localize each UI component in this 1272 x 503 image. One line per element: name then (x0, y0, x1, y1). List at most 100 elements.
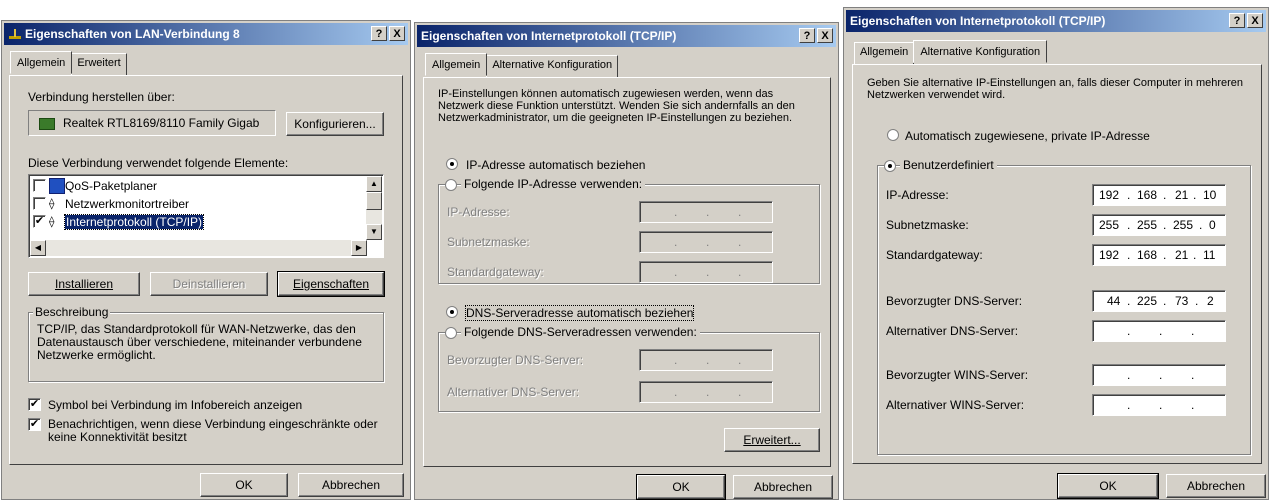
subnet-field: ... (639, 231, 773, 253)
ip-octet: 255 (1099, 218, 1120, 232)
tcpip-alternate-dialog: Eigenschaften von Internetprotokoll (TCP… (843, 7, 1269, 500)
help-button[interactable]: ? (371, 26, 387, 41)
manual-ip-radio[interactable] (445, 179, 457, 191)
ip-octet: 168 (1137, 248, 1158, 262)
ip-dot: . (1127, 368, 1131, 382)
ip-dot: . (1191, 368, 1195, 382)
items-listbox[interactable]: QoS-Paketplaner ⟠ Netzwerkmonitortreiber… (28, 174, 384, 258)
vertical-scrollbar[interactable]: ▲ ▼ (366, 176, 382, 240)
custom-radio[interactable] (884, 160, 896, 172)
ip-dot: . (1195, 294, 1199, 308)
ip-dot: . (706, 265, 710, 279)
manual-dns-label: Folgende DNS-Serveradressen verwenden: (461, 325, 700, 339)
cancel-button[interactable]: Abbrechen (733, 475, 833, 499)
lan-properties-dialog: Eigenschaften von LAN-Verbindung 8 ? X A… (1, 20, 411, 500)
network-card-icon (39, 118, 55, 130)
dialog2-title: Eigenschaften von Internetprotokoll (TCP… (421, 29, 677, 43)
qos-icon (49, 178, 65, 194)
help-button[interactable]: ? (1229, 13, 1245, 28)
ip-dot: . (1163, 218, 1167, 232)
subnet-field[interactable]: 255. 255. 255. 0 (1092, 214, 1226, 236)
uninstall-button-label: Deinstallieren (172, 277, 246, 291)
cancel-button[interactable]: Abbrechen (298, 473, 404, 497)
dialog1-titlebar[interactable]: Eigenschaften von LAN-Verbindung 8 ? X (4, 23, 408, 45)
properties-button[interactable]: Eigenschaften (277, 271, 385, 297)
intro-text: IP-Einstellungen können automatisch zuge… (438, 88, 795, 124)
qos-checkbox[interactable] (33, 179, 46, 192)
auto-ip-radio[interactable] (446, 158, 458, 170)
ip-octet: 0 (1209, 218, 1216, 232)
list-item-label: Internetprotokoll (TCP/IP) (63, 214, 205, 230)
description-legend: Beschreibung (33, 305, 111, 319)
gateway-label: Standardgateway: (886, 248, 983, 262)
configure-button-label: Konfigurieren... (294, 117, 376, 131)
auto-dns-radio[interactable] (446, 306, 458, 318)
close-button[interactable]: X (1247, 13, 1263, 28)
ip-field[interactable]: 192. 168. 21. 10 (1092, 184, 1226, 206)
scroll-thumb[interactable] (366, 192, 382, 210)
ip-dot: . (706, 353, 710, 367)
ok-button[interactable]: OK (200, 473, 288, 497)
ip-dot: . (674, 205, 678, 219)
dialog3-titlebar[interactable]: Eigenschaften von Internetprotokoll (TCP… (846, 10, 1266, 32)
help-button[interactable]: ? (799, 28, 815, 43)
scroll-down-icon[interactable]: ▼ (366, 224, 382, 240)
close-button[interactable]: X (817, 28, 833, 43)
close-button[interactable]: X (389, 26, 405, 41)
tab-alternative-konfiguration[interactable]: Alternative Konfiguration (486, 55, 619, 78)
gateway-field[interactable]: 192. 168. 21. 11 (1092, 244, 1226, 266)
ip-dot: . (674, 235, 678, 249)
description-text: TCP/IP, das Standardprotokoll für WAN-Ne… (37, 322, 362, 362)
dialog2-titlebar[interactable]: Eigenschaften von Internetprotokoll (TCP… (417, 25, 836, 47)
cancel-button[interactable]: Abbrechen (1166, 474, 1266, 498)
install-button[interactable]: Installieren (28, 272, 140, 296)
tcpip-checkbox[interactable]: ✔ (33, 215, 46, 228)
ip-dot: . (1127, 398, 1131, 412)
ip-octet: 192 (1099, 248, 1120, 262)
tab-erweitert[interactable]: Erweitert (71, 53, 127, 76)
configure-button[interactable]: Konfigurieren... (286, 112, 384, 136)
pref-dns-field[interactable]: 44. 225. 73. 2 (1092, 290, 1226, 312)
dialog3-title: Eigenschaften von Internetprotokoll (TCP… (850, 14, 1106, 28)
ip-dot: . (674, 353, 678, 367)
uninstall-button[interactable]: Deinstallieren (150, 272, 268, 296)
dialog3-tab-panel: Geben Sie alternative IP-Einstellungen a… (852, 64, 1262, 464)
scroll-up-icon[interactable]: ▲ (366, 176, 382, 192)
advanced-button[interactable]: Erweitert... (724, 428, 820, 452)
pref-wins-field[interactable]: ... (1092, 364, 1226, 386)
ip-dot: . (1163, 294, 1167, 308)
ip-octet: 73 (1175, 294, 1189, 308)
subnet-label: Subnetzmaske: (447, 235, 530, 249)
ip-octet: 192 (1099, 188, 1120, 202)
scroll-right-icon[interactable]: ▶ (351, 240, 367, 256)
alt-dns-field[interactable]: ... (1092, 320, 1226, 342)
alt-wins-field[interactable]: ... (1092, 394, 1226, 416)
pref-dns-label: Bevorzugter DNS-Server: (447, 353, 584, 367)
notify-checkbox[interactable]: ✔ (28, 418, 41, 431)
custom-group: Benutzerdefiniert IP-Adresse: 192. 168. 21… (877, 158, 1251, 455)
show-icon-checkbox[interactable]: ✔ (28, 398, 41, 411)
horizontal-scrollbar[interactable]: ◀ ▶ (30, 240, 367, 256)
tab-allgemein[interactable]: Allgemein (854, 42, 915, 65)
ip-dot: . (738, 385, 742, 399)
ip-dot: . (738, 235, 742, 249)
ip-dot: . (706, 385, 710, 399)
properties-button-label: Eigenschaften (292, 277, 370, 291)
ok-button[interactable]: OK (1057, 473, 1159, 499)
scroll-left-icon[interactable]: ◀ (30, 240, 46, 256)
tab-alternative-konfiguration[interactable]: Alternative Konfiguration (913, 40, 1048, 63)
subnet-label: Subnetzmaske: (886, 218, 969, 232)
ip-dot: . (1191, 398, 1195, 412)
ok-button[interactable]: OK (636, 474, 726, 500)
list-item-label: Netzwerkmonitortreiber (65, 197, 190, 211)
items-label: Diese Verbindung verwendet folgende Elem… (28, 156, 289, 170)
tab-allgemein[interactable]: Allgemein (10, 51, 73, 74)
auto-private-radio[interactable] (887, 129, 899, 141)
ip-dot: . (674, 385, 678, 399)
manual-dns-radio[interactable] (445, 327, 457, 339)
netmon-checkbox[interactable] (33, 197, 46, 210)
ip-octet: 168 (1137, 188, 1158, 202)
ip-dot: . (1159, 398, 1163, 412)
tab-allgemein[interactable]: Allgemein (425, 53, 488, 76)
dialog2-tab-panel: IP-Einstellungen können automatisch zuge… (423, 77, 831, 467)
